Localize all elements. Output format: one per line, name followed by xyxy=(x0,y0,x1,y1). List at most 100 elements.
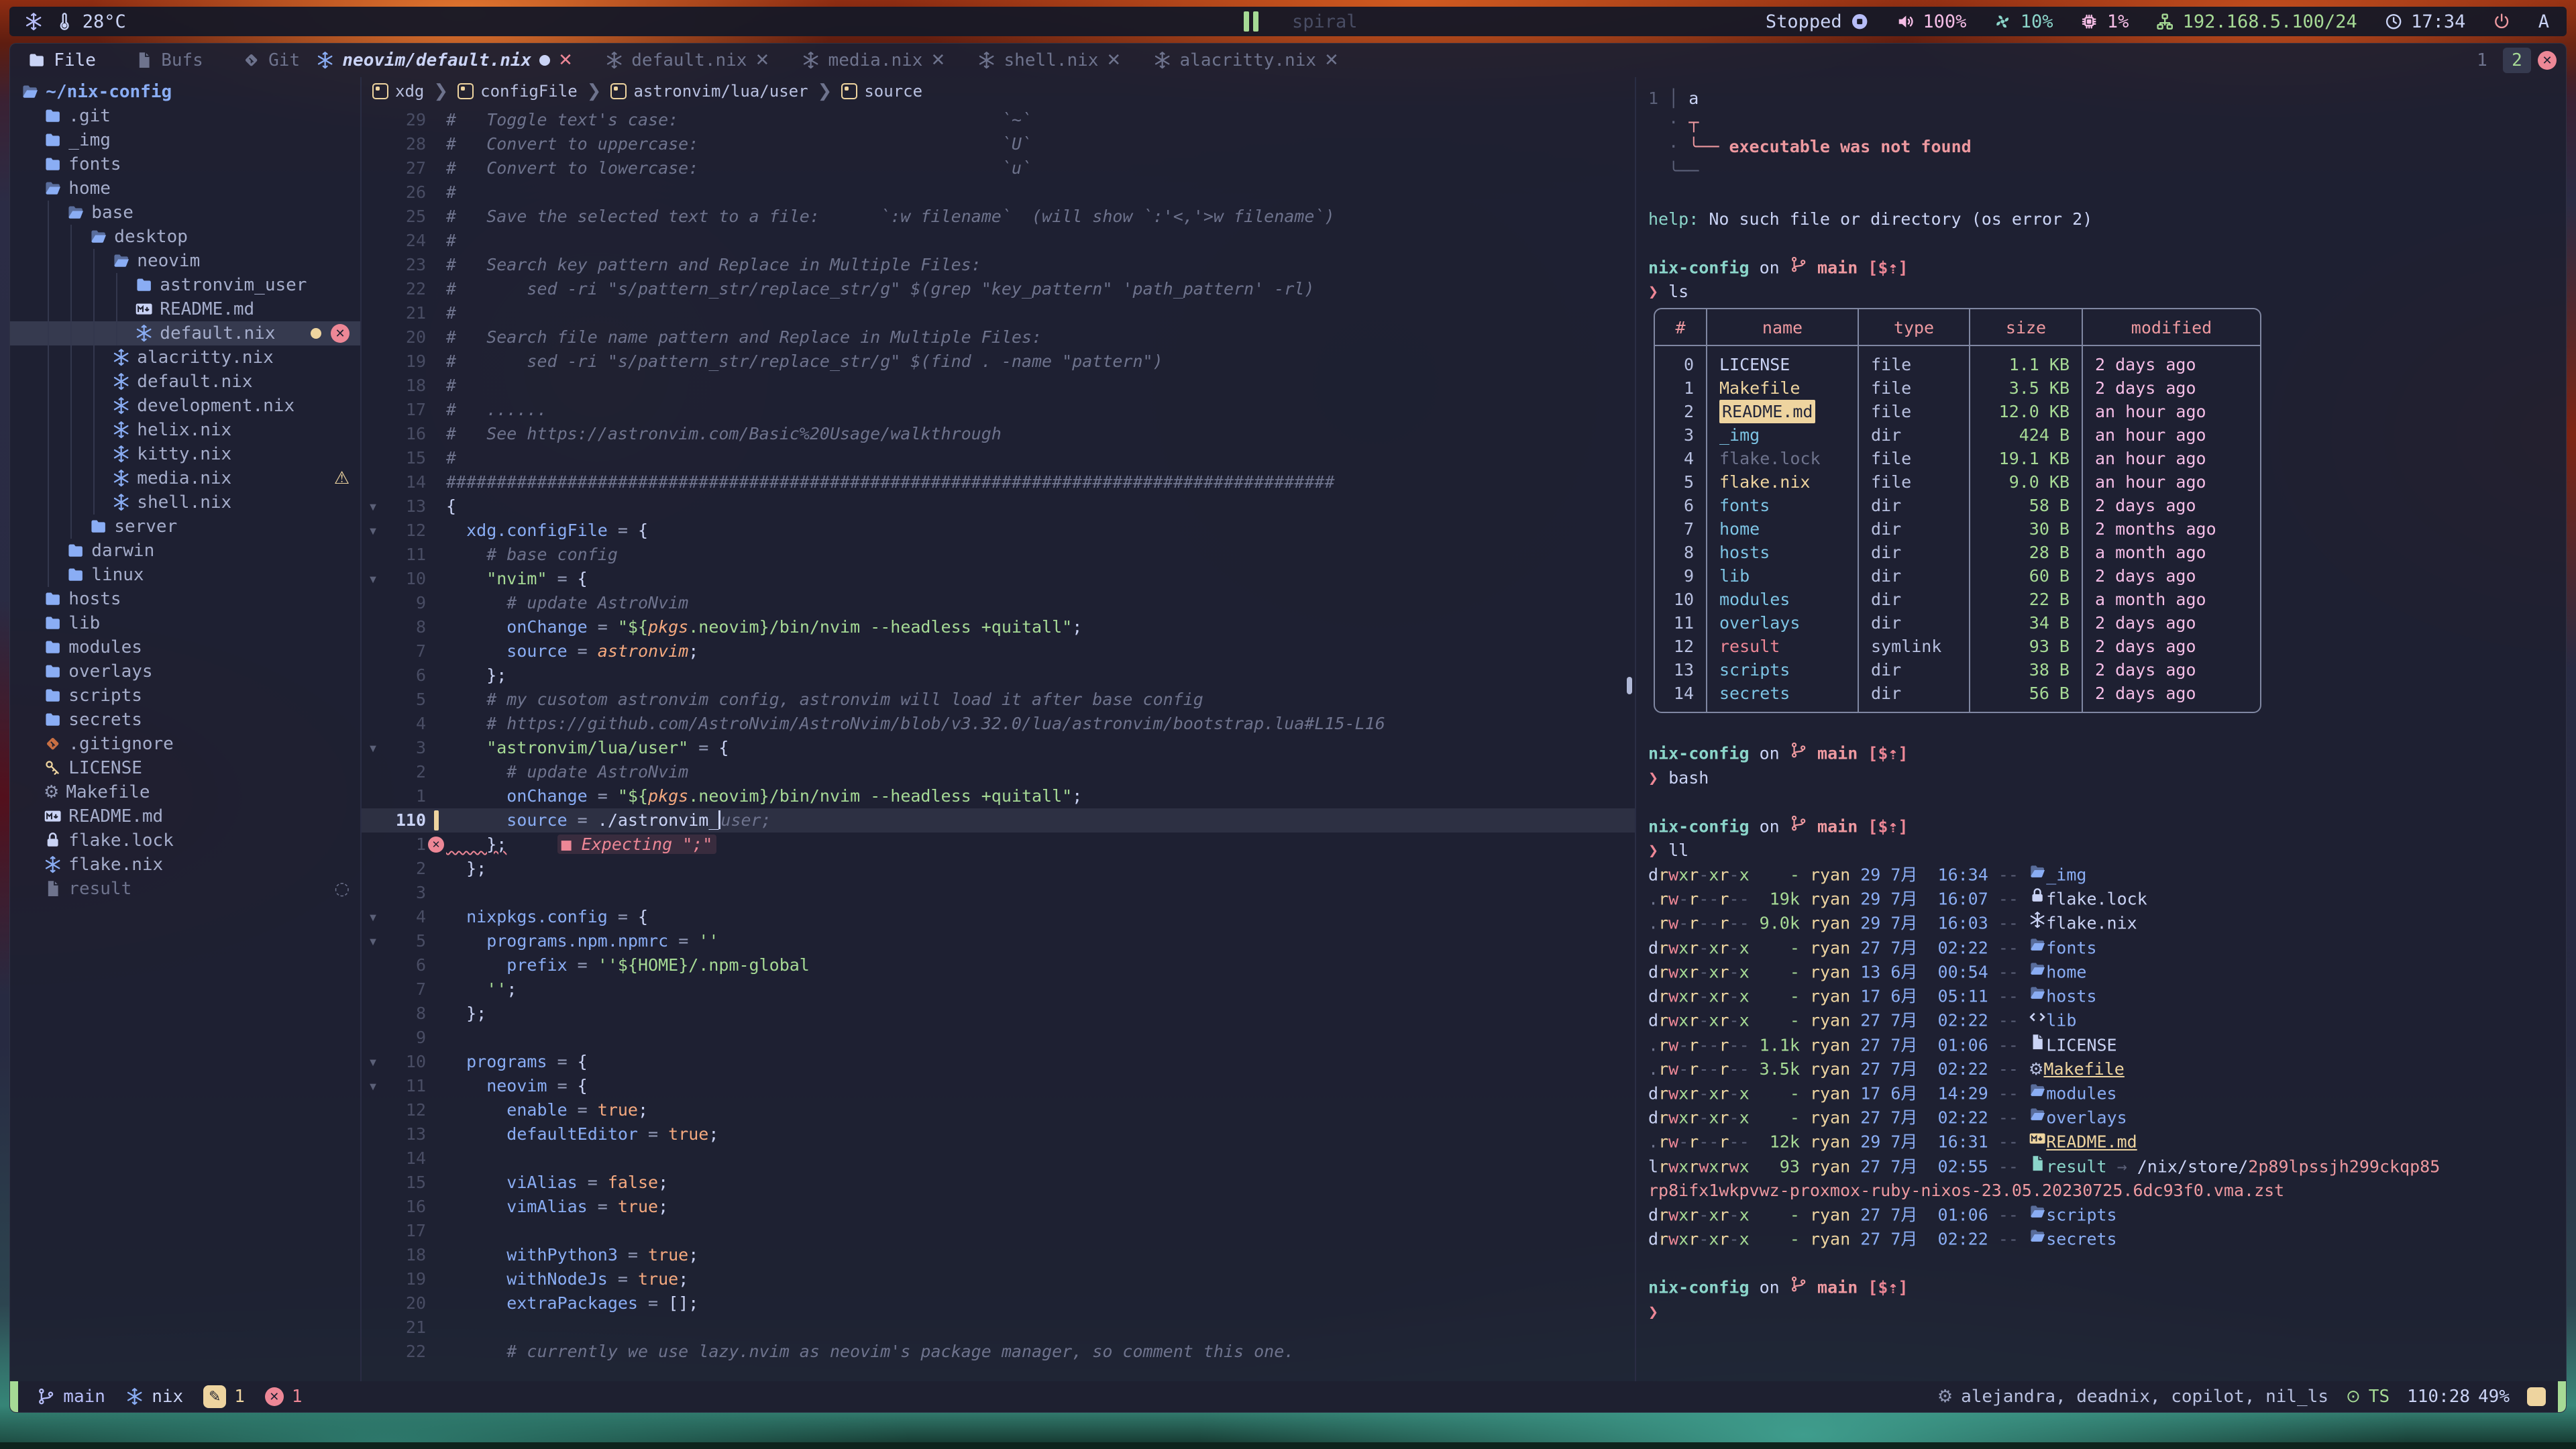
buffer-tab-alacritty.nix[interactable]: alacritty.nix✕ xyxy=(1137,44,1355,77)
code-line[interactable]: ▾13{ xyxy=(362,494,1635,519)
code-line[interactable]: 5 # my cusotom astronvim config, astronv… xyxy=(362,688,1635,712)
breadcrumb-item-xdg[interactable]: xdg xyxy=(372,82,424,101)
code-line[interactable]: ▾10 programs = { xyxy=(362,1050,1635,1074)
code-line[interactable]: 25# Save the selected text to a file: `:… xyxy=(362,205,1635,229)
tree-item-scripts[interactable]: scripts xyxy=(10,684,360,708)
breadcrumb-item-source[interactable]: source xyxy=(841,82,922,101)
tree-item-astronvim_user[interactable]: astronvim_user xyxy=(10,273,360,297)
media-status[interactable]: Stopped xyxy=(1766,11,1869,32)
diagnostics-widget[interactable]: ✕ 1 xyxy=(265,1387,303,1407)
fold-arrow-icon[interactable]: ▾ xyxy=(362,494,384,519)
network-widget[interactable]: 192.168.5.100/24 xyxy=(2155,11,2357,32)
terminal-pane[interactable]: 1 │ a · ┬ · ╰── executable was not found… xyxy=(1636,77,2566,1381)
tree-item-result[interactable]: result◌ xyxy=(10,877,360,901)
tree-item-alacritty.nix[interactable]: alacritty.nix xyxy=(10,345,360,370)
code-line[interactable]: ▾12 xdg.configFile = { xyxy=(362,519,1635,543)
git-branch-widget[interactable]: main xyxy=(37,1387,105,1407)
code-line[interactable]: 9 xyxy=(362,1026,1635,1050)
tree-item-desktop[interactable]: desktop xyxy=(10,225,360,249)
code-line[interactable]: 24# xyxy=(362,229,1635,253)
code-line[interactable]: 7 source = astronvim; xyxy=(362,639,1635,663)
code-line[interactable]: 15 viAlias = false; xyxy=(362,1171,1635,1195)
tree-item-_img[interactable]: _img xyxy=(10,128,360,152)
tabpage-close-icon[interactable]: ✕ xyxy=(2538,51,2557,70)
code-line[interactable]: 11 # base config xyxy=(362,543,1635,567)
tabpage-1[interactable]: 1 xyxy=(2468,48,2496,73)
tree-item-shell.nix[interactable]: shell.nix xyxy=(10,490,360,515)
fold-arrow-icon[interactable]: ▾ xyxy=(362,929,384,953)
code-area[interactable]: 29# Toggle text's case: `~` 28# Convert … xyxy=(362,105,1635,1381)
tree-item-LICENSE[interactable]: LICENSE xyxy=(10,756,360,780)
git-changes-widget[interactable]: ✎ 1 xyxy=(203,1385,245,1408)
code-line[interactable]: 2 # update AstroNvim xyxy=(362,760,1635,784)
buffer-tab-media.nix[interactable]: media.nix✕ xyxy=(786,44,961,77)
buffer-close-icon[interactable]: ✕ xyxy=(558,50,573,70)
code-line[interactable]: 1✕ }; ■ Expecting ";" xyxy=(362,833,1635,857)
neotree-tab-file[interactable]: File xyxy=(28,50,96,70)
code-line[interactable]: ▾4 nixpkgs.config = { xyxy=(362,905,1635,929)
code-line[interactable]: 7 ''; xyxy=(362,977,1635,1002)
breadcrumb-item-astronvim/lua/user[interactable]: astronvim/lua/user xyxy=(610,82,808,101)
tree-item-default.nix[interactable]: default.nix xyxy=(10,370,360,394)
editor-pane[interactable]: xdg❯configFile❯astronvim/lua/user❯source… xyxy=(360,77,1636,1381)
tree-item-flake.lock[interactable]: flake.lock xyxy=(10,828,360,853)
code-line[interactable]: 17# ...... xyxy=(362,398,1635,422)
tree-item-kitty.nix[interactable]: kitty.nix xyxy=(10,442,360,466)
code-line[interactable]: 18# xyxy=(362,374,1635,398)
tree-item-fonts[interactable]: fonts xyxy=(10,152,360,176)
code-line[interactable]: 21 xyxy=(362,1316,1635,1340)
tree-item-media.nix[interactable]: media.nix⚠ xyxy=(10,466,360,490)
volume-widget[interactable]: 100% xyxy=(1896,11,1966,32)
code-line[interactable]: 27# Convert to lowercase: `u` xyxy=(362,156,1635,180)
media-pause-icon[interactable] xyxy=(1244,11,1258,32)
fold-arrow-icon[interactable]: ▾ xyxy=(362,736,384,760)
code-line[interactable]: 14######################################… xyxy=(362,470,1635,494)
code-line[interactable]: 14 xyxy=(362,1146,1635,1171)
buffer-close-icon[interactable]: ✕ xyxy=(755,50,769,70)
code-line[interactable]: ▾5 programs.npm.npmrc = '' xyxy=(362,929,1635,953)
code-line[interactable]: 16# See https://astronvim.com/Basic%20Us… xyxy=(362,422,1635,446)
code-line[interactable]: 29# Toggle text's case: `~` xyxy=(362,108,1635,132)
code-line[interactable]: ▾10 "nvim" = { xyxy=(362,567,1635,591)
code-line[interactable]: 110 source = ./astronvim_user; xyxy=(362,808,1635,833)
code-line[interactable]: 3 xyxy=(362,881,1635,905)
fold-arrow-icon[interactable]: ▾ xyxy=(362,1050,384,1074)
code-line[interactable]: 20# Search file name pattern and Replace… xyxy=(362,325,1635,350)
code-line[interactable]: ▾3 "astronvim/lua/user" = { xyxy=(362,736,1635,760)
code-line[interactable]: 9 # update AstroNvim xyxy=(362,591,1635,615)
tree-item-hosts[interactable]: hosts xyxy=(10,587,360,611)
code-line[interactable]: 19 withNodeJs = true; xyxy=(362,1267,1635,1291)
neotree-tab-git[interactable]: Git xyxy=(242,50,300,70)
buffer-tab-default.nix[interactable]: default.nix✕ xyxy=(589,44,786,77)
tree-item-README.md[interactable]: README.md xyxy=(10,297,360,321)
fold-arrow-icon[interactable]: ▾ xyxy=(362,567,384,591)
code-line[interactable]: 23# Search key pattern and Replace in Mu… xyxy=(362,253,1635,277)
code-line[interactable]: 19# sed -ri "s/pattern_str/replace_str/g… xyxy=(362,350,1635,374)
code-line[interactable]: 21# xyxy=(362,301,1635,325)
code-line[interactable]: 2 }; xyxy=(362,857,1635,881)
tree-item-base[interactable]: base xyxy=(10,201,360,225)
breadcrumb-item-configFile[interactable]: configFile xyxy=(458,82,578,101)
tree-item-linux[interactable]: linux xyxy=(10,563,360,587)
lsp-widget[interactable]: ⚙ alejandra, deadnix, copilot, nil_ls xyxy=(1937,1387,2328,1407)
code-line[interactable]: 8 }; xyxy=(362,1002,1635,1026)
code-line[interactable]: 4 # https://github.com/AstroNvim/AstroNv… xyxy=(362,712,1635,736)
code-line[interactable]: 20 extraPackages = []; xyxy=(362,1291,1635,1316)
tree-item-overlays[interactable]: overlays xyxy=(10,659,360,684)
code-line[interactable]: 28# Convert to uppercase: `U` xyxy=(362,132,1635,156)
tree-item-default.nix[interactable]: default.nix✕ xyxy=(10,321,360,345)
tabpage-2[interactable]: 2 xyxy=(2503,48,2531,73)
tree-item-home[interactable]: home xyxy=(10,176,360,201)
code-line[interactable]: 15# xyxy=(362,446,1635,470)
neotree-tab-bufs[interactable]: Bufs xyxy=(135,50,203,70)
tree-item-secrets[interactable]: secrets xyxy=(10,708,360,732)
buffer-tab-shell.nix[interactable]: shell.nix✕ xyxy=(961,44,1137,77)
buffer-close-icon[interactable]: ✕ xyxy=(1106,50,1121,70)
code-line[interactable]: 13 defaultEditor = true; xyxy=(362,1122,1635,1146)
tree-item-lib[interactable]: lib xyxy=(10,611,360,635)
tree-item-flake.nix[interactable]: flake.nix xyxy=(10,853,360,877)
tree-item-neovim[interactable]: neovim xyxy=(10,249,360,273)
fold-arrow-icon[interactable]: ▾ xyxy=(362,1074,384,1098)
tree-item-.git[interactable]: .git xyxy=(10,104,360,128)
code-line[interactable]: 22 # currently we use lazy.nvim as neovi… xyxy=(362,1340,1635,1364)
